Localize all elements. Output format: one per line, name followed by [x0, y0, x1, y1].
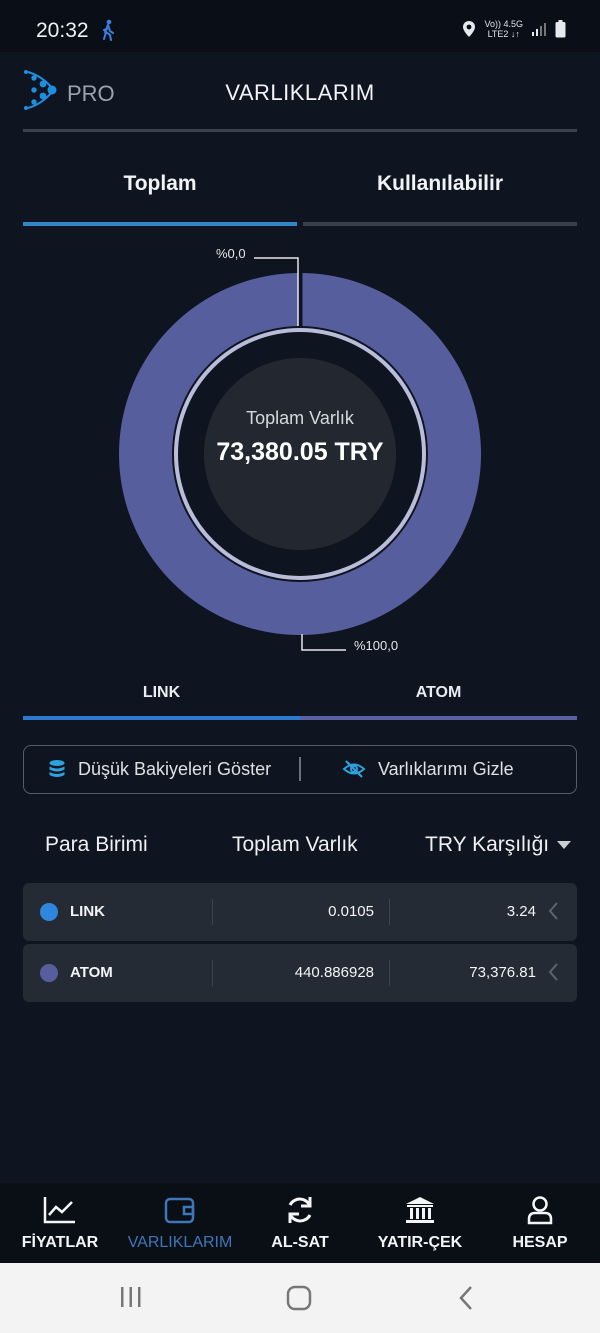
- total-assets-label: Toplam Varlık: [246, 408, 354, 428]
- nav-yatir-cek[interactable]: YATIR-ÇEK: [360, 1183, 480, 1263]
- asset-donut-chart: Toplam Varlık 73,380.05 TRY %0,0 %100,0: [0, 240, 600, 670]
- leader-line-atom: [301, 634, 346, 651]
- try-value: 3.24: [506, 903, 536, 920]
- back-icon[interactable]: [458, 1285, 474, 1316]
- try-value: 73,376.81: [469, 964, 536, 981]
- system-navigation-bar: [0, 1263, 600, 1333]
- asset-tab-atom[interactable]: ATOM: [300, 672, 577, 720]
- wallet-icon: [120, 1195, 240, 1227]
- filter-toggles: Düşük Bakiyeleri Göster Varlıklarımı Giz…: [23, 745, 577, 794]
- signal-icon: [532, 23, 546, 36]
- user-icon: [480, 1195, 600, 1227]
- chart-line-icon: [0, 1195, 120, 1227]
- walking-icon: [100, 19, 116, 46]
- slice-label-atom: %100,0: [354, 638, 399, 653]
- tab-kullanilabilir[interactable]: Kullanılabilir: [303, 150, 577, 226]
- bottom-navigation: FİYATLAR VARLIKLARIM AL-SAT YATIR-ÇEK HE…: [0, 1183, 600, 1263]
- slice-label-link: %0,0: [216, 246, 246, 261]
- total-assets-value: 73,380.05 TRY: [216, 438, 384, 466]
- status-icons: Vo)) 4.5G LTE2 ↓↑: [462, 19, 566, 39]
- currency-color-dot: [40, 903, 58, 921]
- header-divider: [23, 129, 577, 132]
- refresh-icon: [240, 1195, 360, 1227]
- currency-name: LINK: [70, 903, 105, 920]
- nav-hesap[interactable]: HESAP: [480, 1183, 600, 1263]
- nav-fiyatlar[interactable]: FİYATLAR: [0, 1183, 120, 1263]
- eye-off-icon: [342, 760, 366, 778]
- nav-al-sat[interactable]: AL-SAT: [240, 1183, 360, 1263]
- table-row[interactable]: LINK 0.0105 3.24: [23, 883, 577, 941]
- asset-tab-link[interactable]: LINK: [23, 672, 300, 720]
- currency-name: ATOM: [70, 964, 113, 981]
- network-indicator: Vo)) 4.5G LTE2 ↓↑: [484, 19, 523, 39]
- location-icon: [463, 21, 476, 37]
- col-try-value[interactable]: TRY Karşılığı: [425, 833, 572, 857]
- tab-toplam[interactable]: Toplam: [23, 150, 297, 226]
- database-icon: [49, 760, 65, 777]
- table-row[interactable]: ATOM 440.886928 73,376.81: [23, 944, 577, 1002]
- page-title: VARLIKLARIM: [225, 80, 375, 105]
- recent-apps-icon[interactable]: [119, 1285, 143, 1314]
- currency-color-dot: [40, 964, 58, 982]
- battery-icon: [555, 20, 566, 38]
- chevron-left-icon[interactable]: [547, 900, 559, 926]
- balance-tabs: Toplam Kullanılabilir: [23, 150, 577, 226]
- total-amount: 440.886928: [294, 964, 374, 981]
- assets-table-header: Para Birimi Toplam Varlık TRY Karşılığı: [0, 830, 600, 860]
- sort-down-icon: [557, 840, 572, 849]
- status-bar: 20:32 Vo)) 4.5G LTE2 ↓↑: [0, 0, 600, 52]
- hide-assets-button[interactable]: Varlıklarımı Gizle: [342, 746, 514, 792]
- nav-varliklarim[interactable]: VARLIKLARIM: [120, 1183, 240, 1263]
- total-amount: 0.0105: [328, 903, 374, 920]
- col-total-assets[interactable]: Toplam Varlık: [232, 833, 358, 857]
- app-header: PRO VARLIKLARIM: [0, 52, 600, 130]
- col-currency[interactable]: Para Birimi: [45, 833, 148, 857]
- bank-icon: [360, 1195, 480, 1227]
- status-time: 20:32: [36, 19, 89, 42]
- chevron-left-icon[interactable]: [547, 961, 559, 987]
- home-icon[interactable]: [286, 1285, 312, 1316]
- asset-legend-tabs: LINK ATOM: [23, 672, 577, 720]
- show-low-balances-button[interactable]: Düşük Bakiyeleri Göster: [48, 746, 271, 792]
